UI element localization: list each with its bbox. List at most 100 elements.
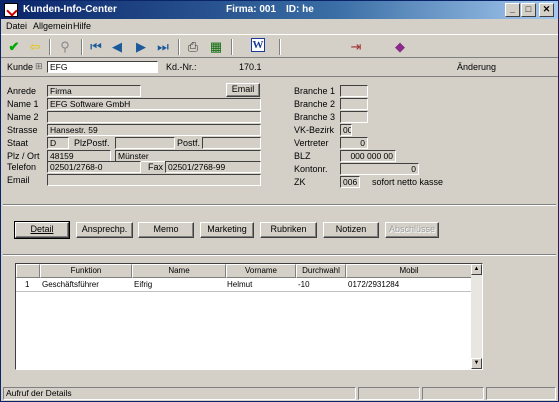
tab-detail-label: Detail: [30, 224, 54, 234]
plzpostf-field[interactable]: [115, 137, 175, 149]
anrede-label: Anrede: [7, 86, 37, 96]
binoculars-icon[interactable]: ⚲: [56, 38, 74, 55]
branche2-field[interactable]: [340, 98, 368, 110]
email-button-label: Email: [231, 84, 255, 94]
app-icon[interactable]: [4, 3, 18, 17]
zk-field[interactable]: 006: [340, 176, 360, 188]
name2-field[interactable]: [47, 111, 261, 123]
kdnr-label: Kd.-Nr.:: [166, 62, 197, 72]
tab-marketing[interactable]: Marketing: [200, 222, 254, 238]
cell-durchwahl: -10: [298, 280, 310, 289]
close-button[interactable]: ✕: [539, 3, 554, 17]
vkbezirk-label: VK-Bezirk: [294, 125, 335, 135]
tab-abschluesse-label: Abschlüsse: [388, 224, 436, 234]
cell-index: 1: [25, 280, 30, 289]
column-header-durchwahl[interactable]: Durchwahl: [296, 264, 346, 278]
kdnr-value: 170.1: [239, 62, 262, 72]
telefon-label: Telefon: [7, 162, 37, 172]
last-record-icon[interactable]: ⏭: [154, 38, 172, 55]
title-bar[interactable]: Kunden-Info-Center Firma: 001 ID: he _ □…: [1, 1, 558, 19]
column-header-funktion[interactable]: Funktion: [40, 264, 132, 278]
strasse-field[interactable]: Hansestr. 59: [47, 124, 261, 136]
status-text: Aufruf der Details: [3, 387, 356, 400]
vertical-scrollbar[interactable]: ▲ ▼: [471, 264, 482, 369]
minimize-button[interactable]: _: [505, 3, 520, 17]
scroll-down-icon[interactable]: ▼: [471, 358, 482, 369]
table-row[interactable]: 1 Geschäftsführer Eifrig Helmut -10 0172…: [16, 279, 472, 292]
branche1-field[interactable]: [340, 85, 368, 97]
book-icon[interactable]: ◆: [391, 38, 409, 55]
plzpostf-label: PlzPostf.: [74, 138, 110, 148]
divider: [3, 204, 556, 206]
kontonr-label: Kontonr.: [294, 164, 328, 174]
tab-ansprechp[interactable]: Ansprechp.: [76, 222, 133, 238]
kunde-label: Kunde: [7, 62, 34, 72]
previous-record-icon[interactable]: ◀: [108, 38, 126, 55]
name1-field[interactable]: EFG Software GmbH: [47, 98, 261, 110]
tab-rubriken-label: Rubriken: [270, 224, 307, 234]
zk-label: ZK: [294, 177, 306, 187]
table-header: Funktion Name Vorname Durchwahl Mobil: [16, 264, 472, 278]
name2-label: Name 2: [7, 112, 39, 122]
anrede-field[interactable]: Firma: [47, 85, 141, 97]
staat-field[interactable]: D: [47, 137, 69, 149]
divider: [3, 254, 556, 256]
name1-label: Name 1: [7, 99, 39, 109]
staat-label: Staat: [7, 138, 29, 148]
tab-notizen[interactable]: Notizen: [323, 222, 379, 238]
column-header-name[interactable]: Name: [132, 264, 226, 278]
blz-label: BLZ: [294, 151, 311, 161]
back-arrow-icon[interactable]: ⇦: [26, 38, 44, 55]
tab-memo-label: Memo: [153, 224, 179, 234]
strasse-label: Strasse: [7, 125, 38, 135]
customer-header: Kunde ⊞ EFG Kd.-Nr.: 170.1 Änderung: [1, 59, 558, 77]
email-field[interactable]: [47, 174, 261, 186]
tab-memo[interactable]: Memo: [138, 222, 194, 238]
mode-indicator: Änderung: [457, 62, 497, 72]
tab-detail[interactable]: Detail: [14, 221, 70, 239]
word-icon[interactable]: W: [251, 38, 265, 52]
contacts-table[interactable]: Funktion Name Vorname Durchwahl Mobil 1 …: [15, 263, 483, 370]
cell-funktion: Geschäftsführer: [42, 280, 99, 289]
menu-allgemein[interactable]: Allgemein: [33, 21, 73, 31]
status-bar: Aufruf der Details: [1, 387, 558, 401]
cell-name: Eifrig: [134, 280, 153, 289]
firma-indicator: Firma: 001: [226, 4, 277, 15]
scroll-up-icon[interactable]: ▲: [471, 264, 482, 275]
exit-door-icon[interactable]: ⇥: [347, 38, 365, 55]
next-record-icon[interactable]: ▶: [132, 38, 150, 55]
maximize-button[interactable]: □: [521, 3, 536, 17]
kunde-field[interactable]: EFG: [47, 61, 158, 73]
telefon-field[interactable]: 02501/2768-0: [47, 161, 141, 173]
branche3-label: Branche 3: [294, 112, 336, 122]
postf-label: Postf.: [177, 138, 201, 148]
vertreter-field[interactable]: 0: [340, 137, 368, 149]
first-record-icon[interactable]: ⏮: [87, 38, 105, 55]
tab-abschluesse[interactable]: Abschlüsse: [385, 222, 439, 238]
calculator-icon[interactable]: ▦: [207, 38, 225, 55]
blz-field[interactable]: 000 000 00: [340, 150, 396, 162]
user-id-indicator: ID: he: [286, 4, 314, 15]
vkbezirk-field[interactable]: 00: [340, 124, 352, 136]
column-header-vorname[interactable]: Vorname: [226, 264, 296, 278]
kontonr-field[interactable]: 0: [340, 163, 419, 175]
column-header-mobil[interactable]: Mobil: [346, 264, 472, 278]
tab-marketing-label: Marketing: [207, 224, 247, 234]
lookup-icon[interactable]: ⊞: [35, 61, 43, 72]
branche3-field[interactable]: [340, 111, 368, 123]
zk-text: sofort netto kasse: [372, 177, 444, 187]
cell-mobil: 0172/2931284: [348, 280, 400, 289]
menu-datei[interactable]: Datei: [6, 21, 27, 31]
tab-rubriken[interactable]: Rubriken: [260, 222, 317, 238]
main-window: Kunden-Info-Center Firma: 001 ID: he _ □…: [0, 0, 559, 402]
printer-icon[interactable]: ⎙: [184, 38, 202, 55]
window-title: Kunden-Info-Center: [23, 4, 117, 15]
fax-field[interactable]: 02501/2768-99: [165, 161, 261, 173]
email-button[interactable]: Email: [226, 83, 260, 97]
status-panel: [358, 387, 420, 400]
confirm-check-icon[interactable]: ✔: [5, 38, 23, 55]
column-header-index[interactable]: [16, 264, 40, 278]
menu-hilfe[interactable]: Hilfe: [73, 21, 91, 31]
postf-field[interactable]: [202, 137, 261, 149]
vertreter-label: Vertreter: [294, 138, 329, 148]
